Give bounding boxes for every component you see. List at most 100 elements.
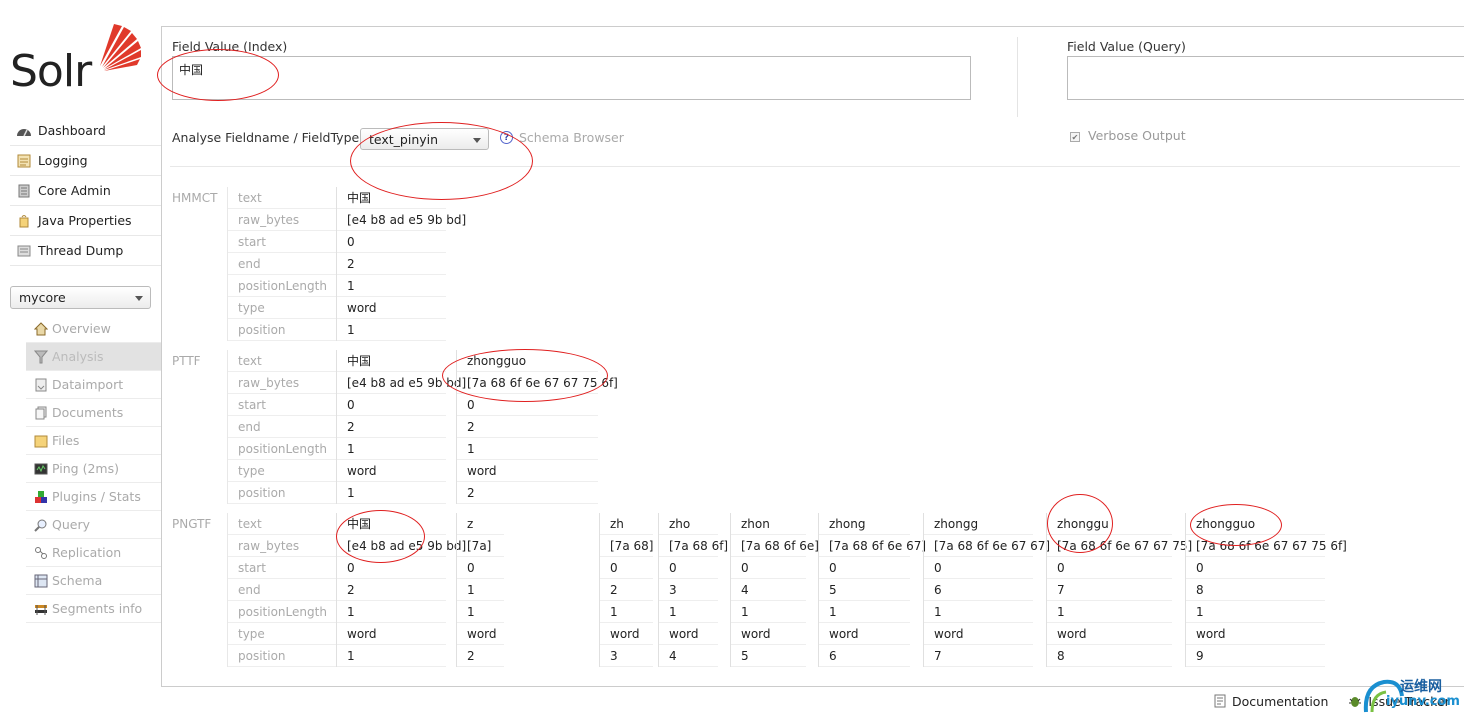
core-item-replication[interactable]: Replication (26, 539, 161, 567)
token-start: 0 (819, 557, 910, 579)
attribute-column: text raw_bytes start end positionLength type p… (227, 350, 337, 504)
token-raw-bytes: [7a 68] (600, 535, 653, 557)
fieldtype-select-value: text_pinyin (369, 131, 439, 147)
fieldtype-select[interactable]: text_pinyin (360, 128, 489, 150)
sidebar-item-core-admin[interactable]: Core Admin (10, 176, 161, 206)
solr-logo[interactable]: Solr (10, 22, 141, 94)
help-icon[interactable]: ? (500, 131, 513, 144)
index-value-label: Field Value (Index) (172, 39, 288, 54)
token-raw-bytes: [e4 b8 ad e5 9b bd] (337, 535, 466, 557)
core-item-documents[interactable]: Documents (26, 399, 161, 427)
token-position: 7 (924, 645, 1033, 667)
token-raw-bytes: [7a 68 6f] (659, 535, 728, 557)
schema-browser-link[interactable]: Schema Browser (519, 130, 624, 145)
core-item-query[interactable]: Query (26, 511, 161, 539)
attribute-label: raw_bytes (228, 535, 337, 557)
attribute-label: end (228, 253, 337, 275)
token-positionlength: 1 (1186, 601, 1325, 623)
token-start: 0 (1186, 557, 1325, 579)
documentation-icon (1214, 694, 1226, 708)
chevron-down-icon (473, 138, 481, 143)
token-type: word (1186, 623, 1325, 645)
token-positionlength: 1 (1047, 601, 1172, 623)
token-column: zhongguo [7a 68 6f 6e 67 67 75 6f] 0 2 1 word… (456, 350, 618, 504)
core-item-label: Plugins / Stats (52, 489, 141, 504)
sidebar-item-thread-dump[interactable]: Thread Dump (10, 236, 161, 266)
token-column: zhon [7a 68 6f 6e] 0 4 1 word 5 (730, 513, 819, 667)
attribute-label: start (228, 231, 337, 253)
attribute-label: start (228, 394, 337, 416)
token-end: 2 (600, 579, 653, 601)
form-divider (170, 166, 1460, 167)
core-selector[interactable]: mycore (10, 286, 151, 309)
core-item-label: Dataimport (52, 377, 124, 392)
token-start: 0 (337, 231, 446, 253)
token-column: 中国 [e4 b8 ad e5 9b bd] 0 2 1 word 1 (336, 513, 466, 667)
token-end: 5 (819, 579, 910, 601)
index-value-textarea[interactable]: 中国 (172, 56, 971, 100)
token-raw-bytes: [e4 b8 ad e5 9b bd] (337, 209, 466, 231)
attribute-label: raw_bytes (228, 209, 337, 231)
replication-icon (32, 546, 50, 560)
core-item-label: Query (52, 517, 90, 532)
core-item-ping[interactable]: Ping (2ms) (26, 455, 161, 483)
token-positionlength: 1 (731, 601, 806, 623)
token-positionlength: 1 (337, 601, 446, 623)
token-positionlength: 1 (924, 601, 1033, 623)
token-text: zhonggu (1047, 513, 1172, 535)
token-start: 0 (337, 394, 446, 416)
attribute-column: text raw_bytes start end positionLength type p… (227, 513, 337, 667)
token-start: 0 (457, 557, 504, 579)
token-start: 0 (1047, 557, 1172, 579)
core-item-analysis[interactable]: Analysis (26, 343, 161, 371)
token-column: zhongg [7a 68 6f 6e 67 67] 0 6 1 word 7 (923, 513, 1050, 667)
token-type: word (924, 623, 1033, 645)
token-text: zhon (731, 513, 806, 535)
core-item-dataimport[interactable]: Dataimport (26, 371, 161, 399)
token-position: 6 (819, 645, 910, 667)
attribute-label: text (228, 350, 337, 372)
token-column: 中国 [e4 b8 ad e5 9b bd] 0 2 1 word 1 (336, 187, 466, 341)
token-text: z (457, 513, 504, 535)
sidebar-item-label: Core Admin (38, 183, 111, 198)
core-item-overview[interactable]: Overview (26, 315, 161, 343)
token-start: 0 (337, 557, 446, 579)
token-end: 6 (924, 579, 1033, 601)
dataimport-icon (32, 378, 50, 392)
funnel-icon (32, 350, 50, 364)
analysis-panel: Field Value (Index) 中国 Field Value (Quer… (161, 26, 1464, 687)
token-start: 0 (457, 394, 598, 416)
token-raw-bytes: [7a] (457, 535, 504, 557)
watermark-cn: 运维网 (1400, 679, 1442, 695)
core-item-label: Overview (52, 321, 111, 336)
core-item-segments-info[interactable]: Segments info (26, 595, 161, 623)
token-position: 1 (337, 645, 446, 667)
token-raw-bytes: [7a 68 6f 6e] (731, 535, 819, 557)
core-admin-icon (14, 183, 34, 199)
verbose-output-checkbox[interactable]: ✔ (1070, 132, 1080, 142)
token-positionlength: 1 (337, 438, 446, 460)
core-item-plugins-stats[interactable]: Plugins / Stats (26, 483, 161, 511)
sidebar-item-logging[interactable]: Logging (10, 146, 161, 176)
token-end: 3 (659, 579, 718, 601)
token-end: 2 (337, 416, 446, 438)
documentation-link[interactable]: Documentation (1232, 694, 1328, 709)
token-position: 3 (600, 645, 653, 667)
watermark: 运维网 iyunv.com (1360, 672, 1464, 719)
sidebar-item-java-properties[interactable]: Java Properties (10, 206, 161, 236)
token-end: 8 (1186, 579, 1325, 601)
token-positionlength: 1 (457, 438, 598, 460)
query-value-textarea[interactable] (1067, 56, 1464, 100)
token-end: 4 (731, 579, 806, 601)
chevron-down-icon (135, 296, 143, 301)
token-raw-bytes: [7a 68 6f 6e 67 67 75 6f] (1186, 535, 1347, 557)
core-selector-value: mycore (19, 290, 66, 305)
token-column: zho [7a 68 6f] 0 3 1 word 4 (658, 513, 728, 667)
attribute-label: text (228, 513, 337, 535)
token-position: 9 (1186, 645, 1325, 667)
core-item-schema[interactable]: Schema (26, 567, 161, 595)
attribute-label: positionLength (228, 438, 337, 460)
token-start: 0 (659, 557, 718, 579)
core-item-files[interactable]: Files (26, 427, 161, 455)
sidebar-item-dashboard[interactable]: Dashboard (10, 116, 161, 146)
